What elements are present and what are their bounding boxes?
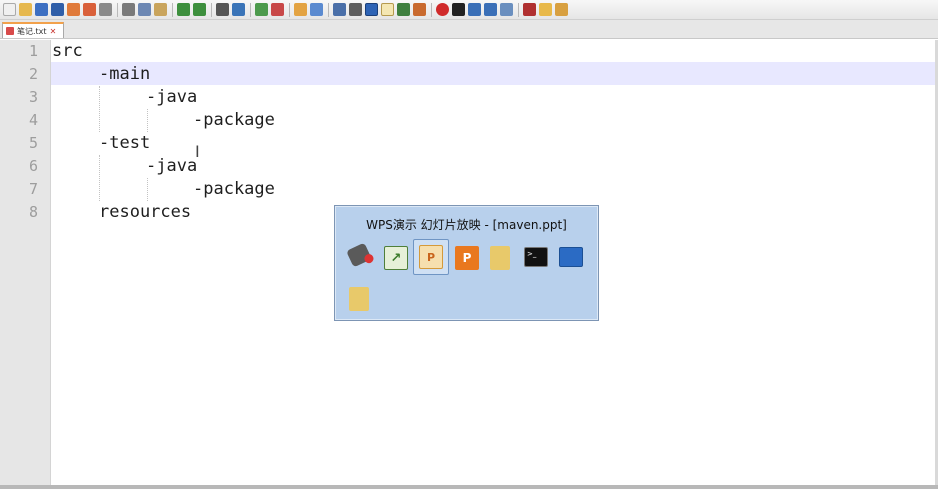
task-switcher: WPS演示 幻灯片放映 - [maven.ppt] ↗ P P >_: [334, 205, 599, 321]
find-icon[interactable]: [216, 3, 229, 16]
open-folder-icon[interactable]: [539, 3, 552, 16]
code-line: src: [52, 41, 83, 61]
close-icon[interactable]: [67, 3, 80, 16]
save-icon[interactable]: [35, 3, 48, 16]
stop-recording-icon[interactable]: [452, 3, 465, 16]
redo-icon[interactable]: [193, 3, 206, 16]
toolbar-separator: [117, 2, 118, 17]
toolbar-separator: [518, 2, 519, 17]
play-macro-icon[interactable]: [468, 3, 481, 16]
indent-guide: [99, 155, 100, 201]
folder-icon[interactable]: [349, 287, 369, 311]
function-list-icon[interactable]: [413, 3, 426, 16]
line-number: 1: [28, 42, 38, 60]
code-line: -main: [99, 64, 151, 84]
line-number: 7: [28, 180, 38, 198]
open-file-icon[interactable]: [19, 3, 32, 16]
save-all-icon[interactable]: [51, 3, 64, 16]
zoom-in-icon[interactable]: [255, 3, 268, 16]
sync-horizontal-icon[interactable]: [310, 3, 323, 16]
unsaved-icon: [6, 27, 14, 35]
word-wrap-icon[interactable]: [333, 3, 346, 16]
line-number: 6: [28, 157, 38, 175]
line-number: 2: [28, 65, 38, 83]
new-file-icon[interactable]: [3, 3, 16, 16]
close-all-icon[interactable]: [83, 3, 96, 16]
toolbar-separator: [211, 2, 212, 17]
spell-check-icon[interactable]: [523, 3, 536, 16]
main-toolbar: [0, 0, 938, 20]
line-number: 5: [28, 134, 38, 152]
text-cursor-icon: I: [195, 142, 200, 161]
line-number: 8: [28, 203, 38, 221]
toolbar-separator: [328, 2, 329, 17]
run-macro-multiple-icon[interactable]: [484, 3, 497, 16]
zoom-out-icon[interactable]: [271, 3, 284, 16]
paste-icon[interactable]: [154, 3, 167, 16]
desktop-icon[interactable]: [559, 247, 583, 267]
save-macro-icon[interactable]: [500, 3, 513, 16]
replace-icon[interactable]: [232, 3, 245, 16]
code-line: -package: [193, 179, 275, 199]
game-controller-icon[interactable]: [346, 242, 375, 268]
record-macro-icon[interactable]: [436, 3, 449, 16]
undo-icon[interactable]: [177, 3, 190, 16]
status-bar-edge: [0, 485, 938, 489]
indent-guide: [147, 109, 148, 132]
code-line: resources: [99, 202, 192, 222]
code-line: -package: [193, 110, 275, 130]
toolbar-separator: [250, 2, 251, 17]
show-all-chars-icon[interactable]: [349, 3, 362, 16]
chart-editor-icon[interactable]: ↗: [384, 246, 408, 270]
current-line-highlight: [51, 62, 935, 85]
document-map-icon[interactable]: [397, 3, 410, 16]
tab-bar: 笔记.txt ✕: [0, 20, 938, 39]
toolbar-separator: [431, 2, 432, 17]
settings-icon[interactable]: [555, 3, 568, 16]
wps-presentation-icon[interactable]: P: [419, 245, 443, 269]
line-number: 3: [28, 88, 38, 106]
powerpoint-icon[interactable]: P: [455, 246, 479, 270]
indent-guide: [147, 178, 148, 201]
indent-guide-icon[interactable]: [365, 3, 378, 16]
close-tab-icon[interactable]: ✕: [50, 27, 57, 36]
code-line: -test: [99, 133, 151, 153]
copy-icon[interactable]: [138, 3, 151, 16]
code-line: -java: [146, 156, 198, 176]
code-line: -java: [146, 87, 198, 107]
sync-vertical-icon[interactable]: [294, 3, 307, 16]
file-tab[interactable]: 笔记.txt ✕: [2, 22, 64, 38]
print-icon[interactable]: [99, 3, 112, 16]
file-tab-label: 笔记.txt: [17, 26, 47, 36]
folder-icon[interactable]: [490, 246, 510, 270]
toolbar-separator: [172, 2, 173, 17]
line-number: 4: [28, 111, 38, 129]
terminal-icon[interactable]: >_: [524, 247, 548, 267]
folder-as-workspace-icon[interactable]: [381, 3, 394, 16]
toolbar-separator: [289, 2, 290, 17]
switcher-title: WPS演示 幻灯片放映 - [maven.ppt]: [366, 218, 567, 232]
cut-icon[interactable]: [122, 3, 135, 16]
indent-guide: [99, 86, 100, 132]
